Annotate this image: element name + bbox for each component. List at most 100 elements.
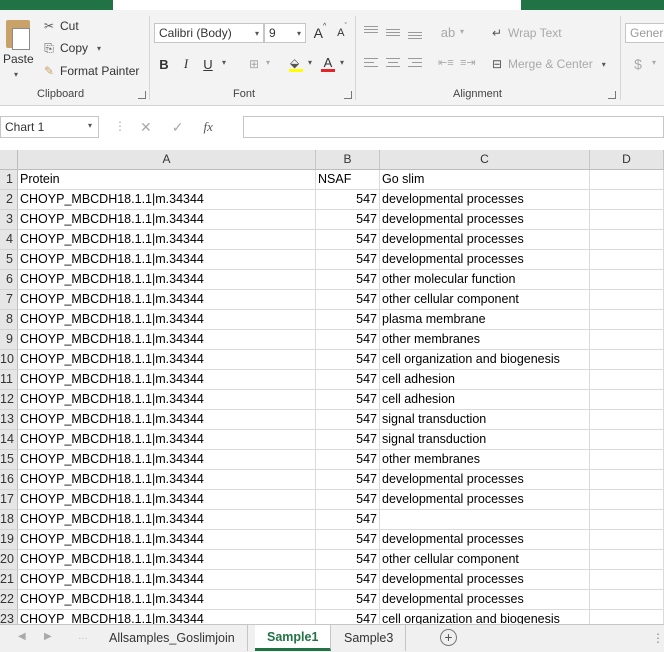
cell-go-slim[interactable]: developmental processes [380, 470, 590, 490]
row-header[interactable]: 13 [0, 410, 18, 430]
font-color-button[interactable]: A [318, 54, 338, 74]
cell-go-slim[interactable]: developmental processes [380, 210, 590, 230]
increase-indent-button[interactable]: ≡⇥ [460, 56, 478, 72]
italic-button[interactable]: I [176, 54, 196, 74]
grow-font-button[interactable]: A ^ [310, 23, 330, 43]
cell-nsaf[interactable]: 547 [316, 390, 380, 410]
row-header[interactable]: 9 [0, 330, 18, 350]
cell-protein[interactable]: CHOYP_MBCDH18.1.1|m.34344 [18, 450, 316, 470]
cell-protein[interactable]: CHOYP_MBCDH18.1.1|m.34344 [18, 590, 316, 610]
cell-nsaf[interactable]: 547 [316, 330, 380, 350]
cell-nsaf[interactable]: 547 [316, 590, 380, 610]
column-header-d[interactable]: D [590, 150, 664, 170]
cell-d[interactable] [590, 410, 664, 430]
cell-go-slim[interactable]: cell adhesion [380, 370, 590, 390]
chevron-down-icon[interactable]: ▾ [460, 27, 464, 36]
chevron-down-icon[interactable]: ▾ [308, 58, 312, 67]
row-header[interactable]: 16 [0, 470, 18, 490]
align-center-button[interactable] [386, 56, 402, 72]
row-header[interactable]: 8 [0, 310, 18, 330]
cell-go-slim[interactable]: signal transduction [380, 410, 590, 430]
cell-go-slim[interactable]: developmental processes [380, 570, 590, 590]
cell-protein[interactable]: CHOYP_MBCDH18.1.1|m.34344 [18, 510, 316, 530]
chevron-down-icon[interactable]: ▾ [340, 58, 344, 67]
underline-button[interactable]: U [198, 54, 218, 74]
row-header[interactable]: 1 [0, 170, 18, 190]
cell-go-slim[interactable]: developmental processes [380, 230, 590, 250]
cell-d[interactable] [590, 390, 664, 410]
cell-d[interactable] [590, 230, 664, 250]
cell-protein[interactable]: CHOYP_MBCDH18.1.1|m.34344 [18, 570, 316, 590]
column-header-a[interactable]: A [18, 150, 316, 170]
cell-go-slim[interactable]: other cellular component [380, 290, 590, 310]
row-header[interactable]: 5 [0, 250, 18, 270]
cell-protein[interactable]: CHOYP_MBCDH18.1.1|m.34344 [18, 430, 316, 450]
cell-d[interactable] [590, 450, 664, 470]
cell-d[interactable] [590, 510, 664, 530]
cell-d[interactable] [590, 370, 664, 390]
cell-nsaf[interactable]: 547 [316, 550, 380, 570]
row-header[interactable]: 7 [0, 290, 18, 310]
cell-d[interactable] [590, 350, 664, 370]
cell-protein[interactable]: CHOYP_MBCDH18.1.1|m.34344 [18, 290, 316, 310]
cell-protein[interactable]: CHOYP_MBCDH18.1.1|m.34344 [18, 210, 316, 230]
row-header[interactable]: 6 [0, 270, 18, 290]
row-header[interactable]: 18 [0, 510, 18, 530]
top-align-button[interactable] [364, 24, 380, 40]
cell-nsaf[interactable]: 547 [316, 350, 380, 370]
cell-go-slim[interactable]: Go slim [380, 170, 590, 190]
font-name-combo[interactable]: Calibri (Body) ▾ [154, 23, 264, 43]
wrap-text-button[interactable]: ↵ Wrap Text [490, 23, 562, 43]
row-header[interactable]: 12 [0, 390, 18, 410]
align-left-button[interactable] [364, 56, 380, 72]
active-ribbon-tab[interactable] [113, 0, 521, 10]
row-header[interactable]: 11 [0, 370, 18, 390]
scroll-left-icon[interactable]: ◀ [18, 631, 26, 642]
cell-protein[interactable]: CHOYP_MBCDH18.1.1|m.34344 [18, 270, 316, 290]
cell-go-slim[interactable]: cell adhesion [380, 390, 590, 410]
fill-color-button[interactable]: ⬙ [286, 54, 306, 74]
dialog-launcher-icon[interactable] [344, 91, 352, 99]
cut-button[interactable]: ✂ Cut [42, 16, 79, 36]
chevron-down-icon[interactable]: ▾ [222, 58, 226, 67]
shrink-font-button[interactable]: Aˇ [332, 23, 352, 43]
sheet-tab-allsamples[interactable]: Allsamples_Goslimjoin [97, 625, 248, 651]
cell-nsaf[interactable]: 547 [316, 270, 380, 290]
cell-d[interactable] [590, 210, 664, 230]
cell-d[interactable] [590, 330, 664, 350]
row-header[interactable]: 4 [0, 230, 18, 250]
sheet-tab-sample1[interactable]: Sample1 [255, 625, 332, 651]
cell-protein[interactable]: CHOYP_MBCDH18.1.1|m.34344 [18, 410, 316, 430]
formula-input[interactable] [243, 116, 664, 138]
align-right-button[interactable] [408, 56, 424, 72]
cell-d[interactable] [590, 250, 664, 270]
cell-protein[interactable]: Protein [18, 170, 316, 190]
column-header-c[interactable]: C [380, 150, 590, 170]
insert-function-button[interactable]: fx [203, 119, 212, 135]
cell-protein[interactable]: CHOYP_MBCDH18.1.1|m.34344 [18, 330, 316, 350]
cell-d[interactable] [590, 550, 664, 570]
cell-protein[interactable]: CHOYP_MBCDH18.1.1|m.34344 [18, 490, 316, 510]
cell-protein[interactable]: CHOYP_MBCDH18.1.1|m.34344 [18, 550, 316, 570]
cell-d[interactable] [590, 570, 664, 590]
cell-nsaf[interactable]: 547 [316, 190, 380, 210]
row-header[interactable]: 17 [0, 490, 18, 510]
cell-d[interactable] [590, 170, 664, 190]
copy-button[interactable]: ⎘ Copy ▾ [42, 38, 106, 58]
column-header-b[interactable]: B [316, 150, 380, 170]
cancel-icon[interactable]: ✕ [140, 119, 152, 136]
cell-protein[interactable]: CHOYP_MBCDH18.1.1|m.34344 [18, 190, 316, 210]
cell-protein[interactable]: CHOYP_MBCDH18.1.1|m.34344 [18, 350, 316, 370]
row-header[interactable]: 14 [0, 430, 18, 450]
cell-nsaf[interactable]: 547 [316, 310, 380, 330]
cell-go-slim[interactable]: plasma membrane [380, 310, 590, 330]
select-all-corner[interactable] [0, 150, 18, 170]
cell-nsaf[interactable]: 547 [316, 250, 380, 270]
chevron-down-icon[interactable]: ▾ [652, 58, 656, 67]
number-format-combo[interactable]: Genera [625, 23, 664, 43]
row-header[interactable]: 2 [0, 190, 18, 210]
cell-go-slim[interactable]: other membranes [380, 330, 590, 350]
cell-nsaf[interactable]: 547 [316, 470, 380, 490]
currency-button[interactable]: $ [628, 54, 648, 74]
merge-center-button[interactable]: ⊟ Merge & Center ▾ [490, 54, 611, 74]
